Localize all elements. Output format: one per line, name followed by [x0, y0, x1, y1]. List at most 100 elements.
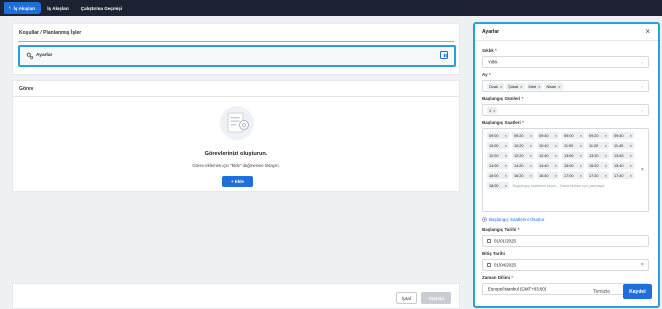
chip-remove-icon[interactable]: ×: [605, 153, 607, 158]
tab-workflows[interactable]: İş Akışları: [41, 0, 75, 16]
settings-drawer: Ayarlar × Sıklık * Yıllık ⌄ Ay * Ocak × Ş…: [473, 22, 660, 308]
time-chip: 10:20 ×: [512, 142, 534, 149]
frequency-select[interactable]: Yıllık ⌄: [482, 56, 649, 68]
chip-remove-icon[interactable]: ×: [555, 133, 557, 138]
time-chip: 09:40 ×: [612, 132, 634, 139]
chip-remove-icon[interactable]: ×: [630, 163, 632, 168]
tab-workflows-back[interactable]: ‹ İş Akışları: [4, 2, 42, 14]
month-multiselect[interactable]: Ocak × Şubat × Mart × Nisan × ⌄: [482, 80, 649, 92]
start-date-value: 01/01/2025: [494, 238, 516, 244]
chip-remove-icon[interactable]: ×: [555, 173, 557, 178]
chip-remove-icon[interactable]: ×: [580, 173, 582, 178]
chip-remove-icon[interactable]: ×: [530, 143, 532, 148]
time-chip-label: 13:40: [614, 153, 624, 158]
time-chip: 16:20 ×: [512, 172, 534, 179]
top-navigation-bar: ‹ İş Akışları İş Akışları Çalıştırma Geç…: [0, 0, 662, 16]
edit-icon[interactable]: [440, 51, 448, 59]
chip-remove-icon[interactable]: ×: [580, 163, 582, 168]
chip-remove-icon[interactable]: ×: [530, 153, 532, 158]
chip-remove-icon[interactable]: ×: [505, 183, 507, 188]
time-chip: 09:00 ×: [562, 132, 584, 139]
clear-button[interactable]: Temizle: [593, 289, 610, 295]
chip-remove-icon[interactable]: ×: [630, 173, 632, 178]
chip-remove-icon[interactable]: ×: [630, 153, 632, 158]
plus-circle-icon: [482, 217, 487, 222]
chip-remove-icon[interactable]: ×: [555, 163, 557, 168]
clear-icon[interactable]: ×: [641, 262, 644, 268]
chip-remove-icon[interactable]: ×: [530, 133, 532, 138]
time-chip-label: 17:20: [589, 173, 599, 178]
drawer-title: Ayarlar: [482, 29, 500, 35]
chip-remove-icon[interactable]: ×: [630, 133, 632, 138]
time-chip: 10:40 ×: [537, 142, 559, 149]
time-chip-label: 12:20: [514, 153, 524, 158]
chip-remove-icon[interactable]: ×: [530, 173, 532, 178]
chip-remove-icon[interactable]: ×: [505, 133, 507, 138]
calendar-icon: [487, 239, 491, 243]
time-chip: 09:00 ×: [487, 132, 509, 139]
add-task-button[interactable]: + Ekle: [222, 176, 253, 187]
chip-remove-icon[interactable]: ×: [520, 84, 522, 89]
settings-row-label: Ayarlar: [36, 53, 53, 58]
end-date-field[interactable]: 01/04/2025 ×: [482, 259, 649, 271]
time-chip: 14:40 ×: [537, 162, 559, 169]
clear-icon[interactable]: ×: [641, 167, 644, 173]
empty-state-subtitle: Görev eklemek için "Ekle" düğmesine tıkl…: [192, 163, 280, 168]
chip-remove-icon[interactable]: ×: [500, 84, 502, 89]
cancel-button[interactable]: İptal: [396, 292, 417, 304]
chip-remove-icon[interactable]: ×: [505, 163, 507, 168]
time-chip-label: 10:20: [514, 143, 524, 148]
time-chip: 11:40 ×: [612, 142, 634, 149]
time-chip: 09:20 ×: [587, 132, 609, 139]
chip-remove-icon[interactable]: ×: [538, 84, 540, 89]
time-chip-label: 15:00: [564, 163, 574, 168]
time-chip: 09:20 ×: [512, 132, 534, 139]
task-card: Görev Görevlerinizi oluşturun. Görev ekl…: [12, 80, 460, 192]
chip-remove-icon[interactable]: ×: [555, 143, 557, 148]
chip-remove-icon[interactable]: ×: [605, 133, 607, 138]
chip-remove-icon[interactable]: ×: [530, 163, 532, 168]
close-icon[interactable]: ×: [645, 27, 650, 36]
chip-remove-icon[interactable]: ×: [580, 143, 582, 148]
frequency-label: Sıklık *: [482, 48, 497, 53]
chip-remove-icon[interactable]: ×: [580, 153, 582, 158]
tab-run-history[interactable]: Çalıştırma Geçmişi: [75, 0, 128, 16]
start-days-multiselect[interactable]: 1 × ⌄: [482, 104, 649, 116]
time-chip: 09:40 ×: [537, 132, 559, 139]
time-chip-label: 13:20: [589, 153, 599, 158]
time-chip: 15:20 ×: [587, 162, 609, 169]
chip-remove-icon[interactable]: ×: [605, 143, 607, 148]
time-chip-label: 15:40: [614, 163, 624, 168]
time-chip: 17:40 ×: [612, 172, 634, 179]
time-chip-label: 09:40: [614, 133, 624, 138]
save-button[interactable]: Kaydet: [623, 284, 652, 299]
tab-label: İş Akışları: [47, 5, 69, 11]
time-chip-label: 12:40: [539, 153, 549, 158]
time-chip: 12:20 ×: [512, 152, 534, 159]
time-chip: 16:00 ×: [487, 172, 509, 179]
chip-remove-icon[interactable]: ×: [505, 173, 507, 178]
month-chip: Nisan ×: [544, 83, 563, 90]
settings-row[interactable]: Ayarlar: [18, 45, 456, 67]
start-times-multiselect[interactable]: 09:00 × 09:20 × 09:40 × 09:00 × 09:20 × 09:40 × 10:0…: [482, 128, 649, 212]
time-chip: 11:00 ×: [562, 142, 584, 149]
time-chip-label: 11:00: [564, 143, 574, 148]
footer-actions: İptal Yayınla: [12, 283, 460, 309]
time-chip: 14:20 ×: [512, 162, 534, 169]
publish-button[interactable]: Yayınla: [421, 292, 451, 304]
time-chip-label: 09:00: [564, 133, 574, 138]
chip-remove-icon[interactable]: ×: [605, 163, 607, 168]
time-chip: 13:20 ×: [587, 152, 609, 159]
chip-remove-icon[interactable]: ×: [505, 153, 507, 158]
generate-start-times-link[interactable]: Başlangıç Saatlerini Oluştur: [482, 217, 545, 222]
chip-remove-icon[interactable]: ×: [580, 133, 582, 138]
chip-remove-icon[interactable]: ×: [605, 173, 607, 178]
start-date-field[interactable]: 01/01/2025: [482, 235, 649, 247]
time-chip-label: 13:00: [564, 153, 574, 158]
chip-remove-icon[interactable]: ×: [505, 143, 507, 148]
chip-remove-icon[interactable]: ×: [555, 153, 557, 158]
chip-remove-icon[interactable]: ×: [630, 143, 632, 148]
time-chip-label: 10:40: [539, 143, 549, 148]
chip-remove-icon[interactable]: ×: [493, 108, 495, 113]
chip-remove-icon[interactable]: ×: [558, 84, 560, 89]
